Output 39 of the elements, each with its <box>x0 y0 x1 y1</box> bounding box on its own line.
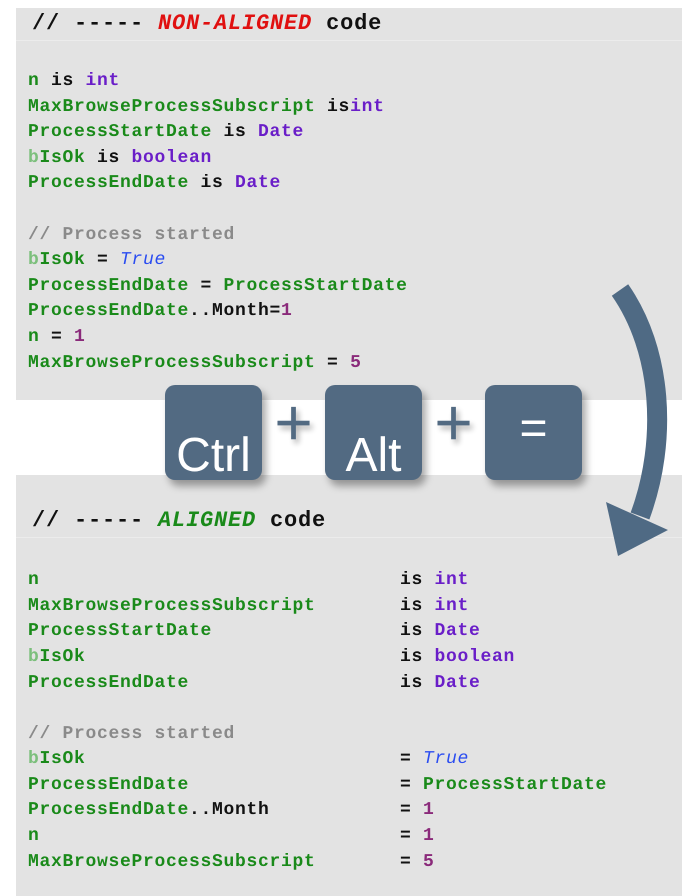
keyboard-key: Alt <box>325 385 422 480</box>
code-value: is Date <box>400 620 481 644</box>
code-value: is Date <box>400 672 481 694</box>
curved-arrow-icon <box>606 284 668 556</box>
code-line: bIsOk = True <box>28 249 166 272</box>
code-line: n = 1 <box>28 326 86 349</box>
code-line: bIsOk <box>28 748 87 772</box>
code-line: bIsOk is boolean <box>28 146 212 170</box>
code-line: ProcessStartDate is Date <box>28 121 304 144</box>
keyboard-key: = <box>485 385 582 480</box>
code-line: ProcessStartDate <box>28 620 214 644</box>
code-line: n <box>28 569 41 592</box>
code-line: ProcessEndDate is Date <box>28 172 282 196</box>
code-value: is int <box>400 569 470 592</box>
plus-sign: + <box>273 389 314 455</box>
code-line: ProcessEndDate = ProcessStartDate <box>28 274 408 298</box>
code-line: // Process started <box>28 722 236 746</box>
code-line: MaxBrowseProcessSubscript <box>28 850 317 874</box>
code-line: ProcessEndDate..Month=1 <box>28 300 293 324</box>
code-value: = 1 <box>400 825 435 848</box>
code-value: = 1 <box>400 799 435 822</box>
code-line: MaxBrowseProcessSubscript isint <box>28 96 385 119</box>
code-value: = True <box>400 748 470 772</box>
keyboard-key: Ctrl <box>165 385 262 480</box>
code-line: ProcessEndDate..Month <box>28 799 271 822</box>
plus-sign: + <box>433 389 474 455</box>
code-value: is int <box>400 594 470 618</box>
code-line: bIsOk <box>28 646 87 669</box>
code-line: MaxBrowseProcessSubscript = 5 <box>28 352 362 375</box>
code-value: = 5 <box>400 850 435 874</box>
code-heading: // ----- NON-ALIGNED code <box>16 8 682 41</box>
code-value: = ProcessStartDate <box>400 774 608 797</box>
code-line: ProcessEndDate <box>28 672 190 694</box>
code-line: n is int <box>28 70 120 93</box>
code-line: n <box>28 825 41 848</box>
code-value: is boolean <box>400 646 516 669</box>
code-line: MaxBrowseProcessSubscript <box>28 594 317 618</box>
code-line: // Process started <box>28 224 236 247</box>
code-line: ProcessEndDate <box>28 774 190 797</box>
